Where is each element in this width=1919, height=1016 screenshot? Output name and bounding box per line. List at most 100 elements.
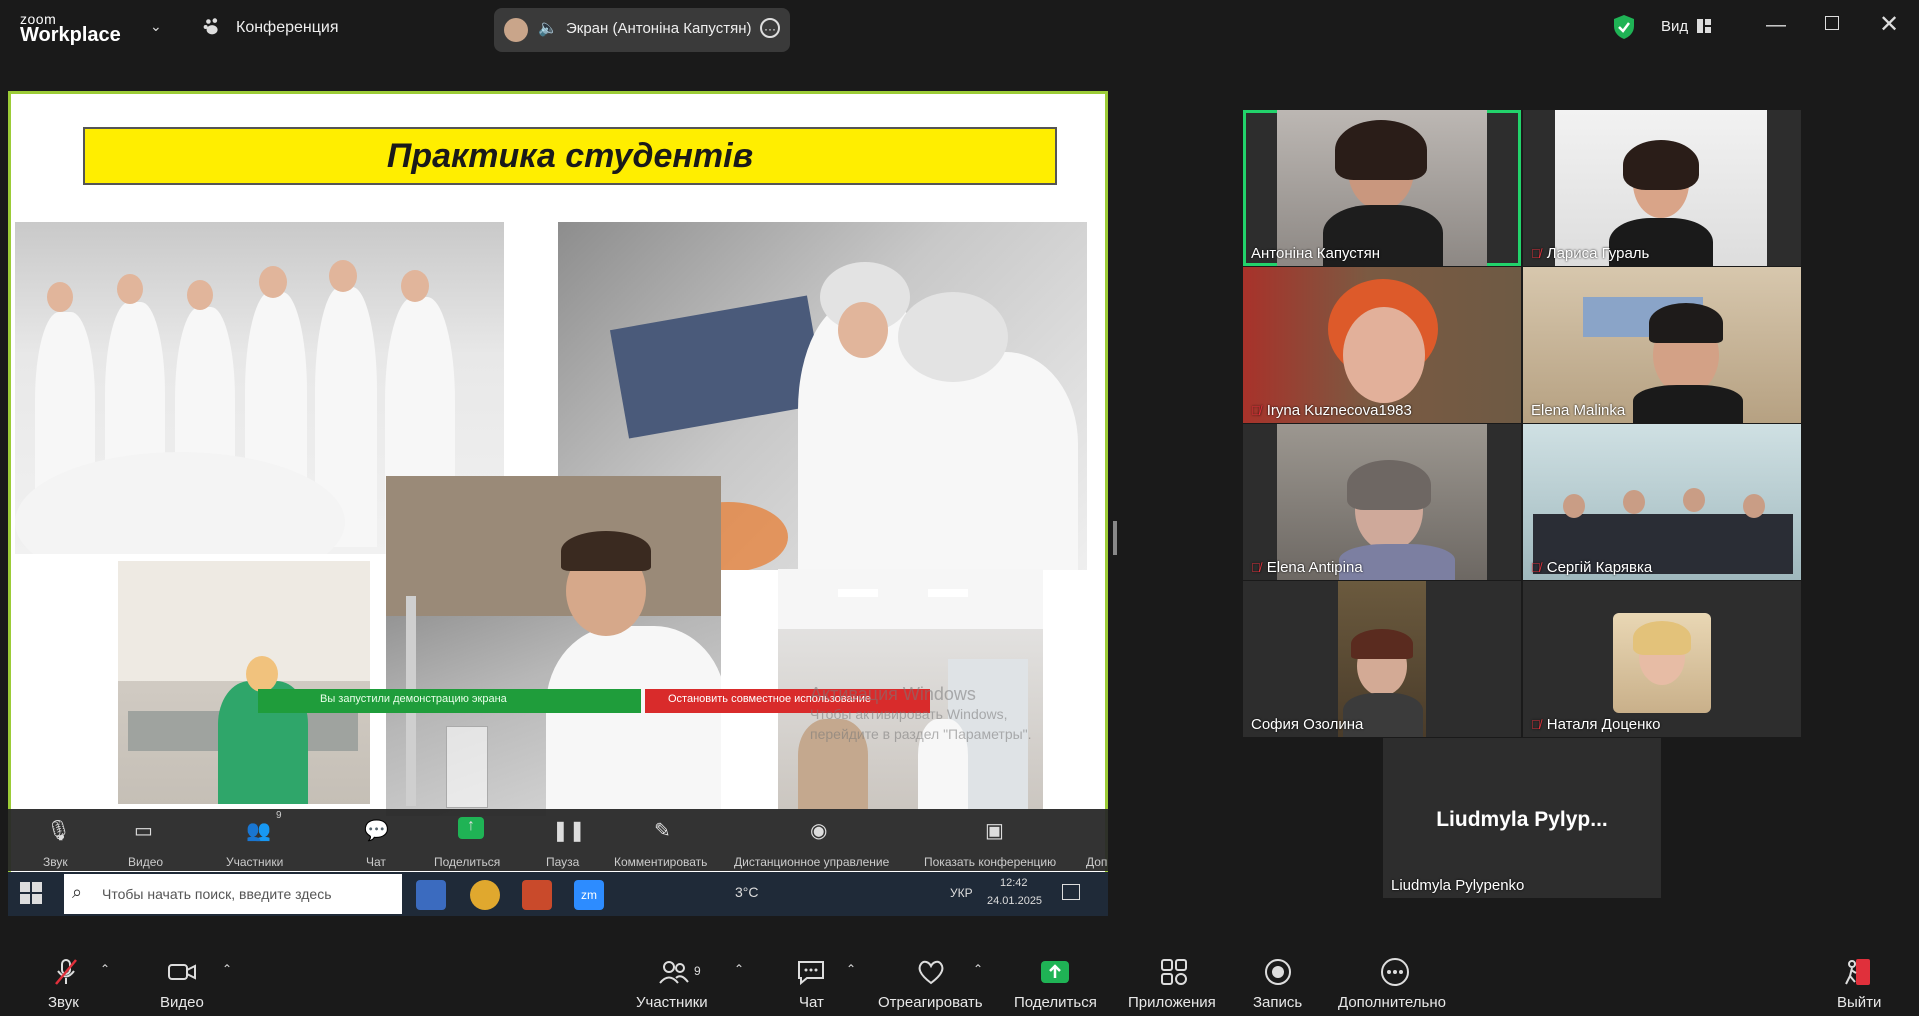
react-button-label: Отреагировать [878,994,983,1011]
participant-name: 🎙̸ Сергій Карявка [1531,559,1652,576]
notifications-icon[interactable] [1062,884,1080,900]
taskbar-app-icon[interactable] [416,880,446,910]
minimize-icon[interactable]: — [1766,14,1786,37]
muted-mic-icon: 🎙̸ [1531,246,1541,261]
participant-name: София Озолина [1251,716,1364,733]
participants-button-label: Участники [636,994,708,1011]
slide-title: Практика студентів [386,137,754,175]
participant-tile[interactable]: 🎙̸ Elena Antipina [1243,424,1521,580]
participant-tile[interactable]: 🎙̸ Лариса Гураль [1523,110,1801,266]
muted-microphone-icon[interactable] [50,956,82,988]
panel-resize-handle[interactable] [1113,521,1117,555]
video-camera-icon[interactable] [166,956,198,988]
participants-count-badge: 9 [694,964,701,978]
presenter-avatar [504,18,528,42]
shared-screen[interactable]: Практика студентів [8,91,1108,914]
powerpoint-icon[interactable] [522,880,552,910]
zoom-taskbar-icon[interactable]: zm [574,880,604,910]
participant-name-text: Сергій Карявка [1546,559,1653,576]
chat-button-label: Чат [799,994,824,1011]
record-icon[interactable] [1262,956,1294,988]
muted-mic-icon: 🎙̸ [1251,403,1261,418]
windows-activation-line: перейдите в раздел "Параметры". [810,726,1032,742]
slide-photo-student-experiment [386,476,721,816]
inner-chat-label: Чат [366,855,386,869]
participant-tile[interactable]: 🎙̸ Сергій Карявка [1523,424,1801,580]
participant-tile[interactable]: 🎙̸ Iryna Kuznecova1983 [1243,267,1521,423]
apps-icon[interactable] [1158,956,1190,988]
share-screen-icon[interactable]: ↑ [458,817,484,839]
inner-share-label: Поделиться [434,855,501,869]
remote-control-icon[interactable]: ◉ [810,818,827,843]
chrome-icon[interactable] [470,880,500,910]
participants-icon[interactable]: 👥 [246,818,271,843]
participant-name: 🎙̸ Лариса Гураль [1531,245,1649,262]
participant-tile[interactable]: Liudmyla Pylyp... Liudmyla Pylypenko [1383,738,1661,898]
slide-photo-lab-teacher [118,561,370,804]
sharing-status-text: Вы запустили демонстрацию экрана [320,693,507,705]
react-options-caret[interactable]: ⌃ [973,962,983,976]
speaker-icon: 🔈 [538,20,558,37]
leave-button-label: Выйти [1837,994,1882,1011]
chat-icon[interactable] [795,956,827,988]
more-options-icon[interactable]: ··· [760,18,780,38]
muted-mic-icon: 🎙̸ [1531,717,1541,732]
apps-button-label: Приложения [1128,994,1216,1011]
inner-show-conf-label: Показать конференцию [924,855,1057,869]
app-logo: Workplace [20,24,121,46]
windows-activation-line: Чтобы активировать Windows, [810,706,1008,722]
pause-icon[interactable]: ❚❚ [552,818,586,843]
windows-start-icon[interactable] [20,882,42,904]
participant-name-text: Iryna Kuznecova1983 [1266,402,1412,419]
grid-view-icon[interactable] [1697,19,1711,33]
video-camera-icon[interactable]: ▭ [134,818,153,843]
taskbar-search-placeholder: Чтобы начать поиск, введите здесь [102,886,332,902]
participant-name: Elena Malinka [1531,402,1626,419]
participant-tile[interactable]: 🎙̸ Наталя Доценко [1523,581,1801,737]
more-icon[interactable] [1379,956,1411,988]
record-button-label: Запись [1253,994,1303,1011]
microphone-icon[interactable]: 🎙 [46,818,71,843]
annotate-pen-icon[interactable]: ✎ [654,818,671,843]
slide-title-banner: Практика студентів [83,127,1057,185]
heart-icon[interactable] [915,956,947,988]
shield-icon[interactable] [1612,14,1636,40]
participant-name-text: Наталя Доценко [1546,716,1661,733]
clock-date[interactable]: 24.01.2025 [987,895,1042,907]
participant-name: Liudmyla Pylypenko [1391,877,1525,894]
inner-participants-count: 9 [276,810,282,821]
view-menu[interactable]: Вид [1661,18,1688,35]
leave-icon[interactable] [1842,956,1874,988]
inner-participants-label: Участники [226,855,284,869]
close-icon[interactable]: ✕ [1879,10,1899,39]
paw-icon[interactable] [202,16,224,38]
conference-menu[interactable]: Конференция [236,19,339,37]
clock-time[interactable]: 12:42 [1000,877,1028,889]
inner-pause-label: Пауза [546,855,580,869]
participants-icon[interactable] [658,956,690,988]
audio-options-caret[interactable]: ⌃ [100,962,110,976]
inner-remote-label: Дистанционное управление [734,855,890,869]
show-conference-icon[interactable]: ▣ [985,818,1004,843]
participant-tile[interactable]: Антоніна Капустян [1243,110,1521,266]
inner-video-label: Видео [128,855,164,869]
participant-name: Антоніна Капустян [1251,245,1381,262]
more-button-label: Дополнительно [1338,994,1446,1011]
restore-icon[interactable] [1825,16,1839,30]
share-button-label: Поделиться [1014,994,1097,1011]
participants-options-caret[interactable]: ⌃ [734,962,744,976]
muted-mic-icon: 🎙̸ [1531,560,1541,575]
inner-annotate-label: Комментировать [614,855,708,869]
weather-widget[interactable]: 3°C [735,884,759,900]
participant-tile[interactable]: Elena Malinka [1523,267,1801,423]
chat-icon[interactable]: 💬 [364,818,389,843]
chevron-down-icon[interactable]: ⌄ [150,18,162,35]
video-options-caret[interactable]: ⌃ [222,962,232,976]
participant-tile[interactable]: София Озолина [1243,581,1521,737]
keyboard-language[interactable]: УКР [950,886,973,900]
share-screen-icon[interactable] [1039,956,1071,988]
participant-name: 🎙̸ Iryna Kuznecova1983 [1251,402,1412,419]
participant-name-text: Лариса Гураль [1546,245,1650,262]
chat-options-caret[interactable]: ⌃ [846,962,856,976]
participant-name: 🎙̸ Elena Antipina [1251,559,1363,576]
